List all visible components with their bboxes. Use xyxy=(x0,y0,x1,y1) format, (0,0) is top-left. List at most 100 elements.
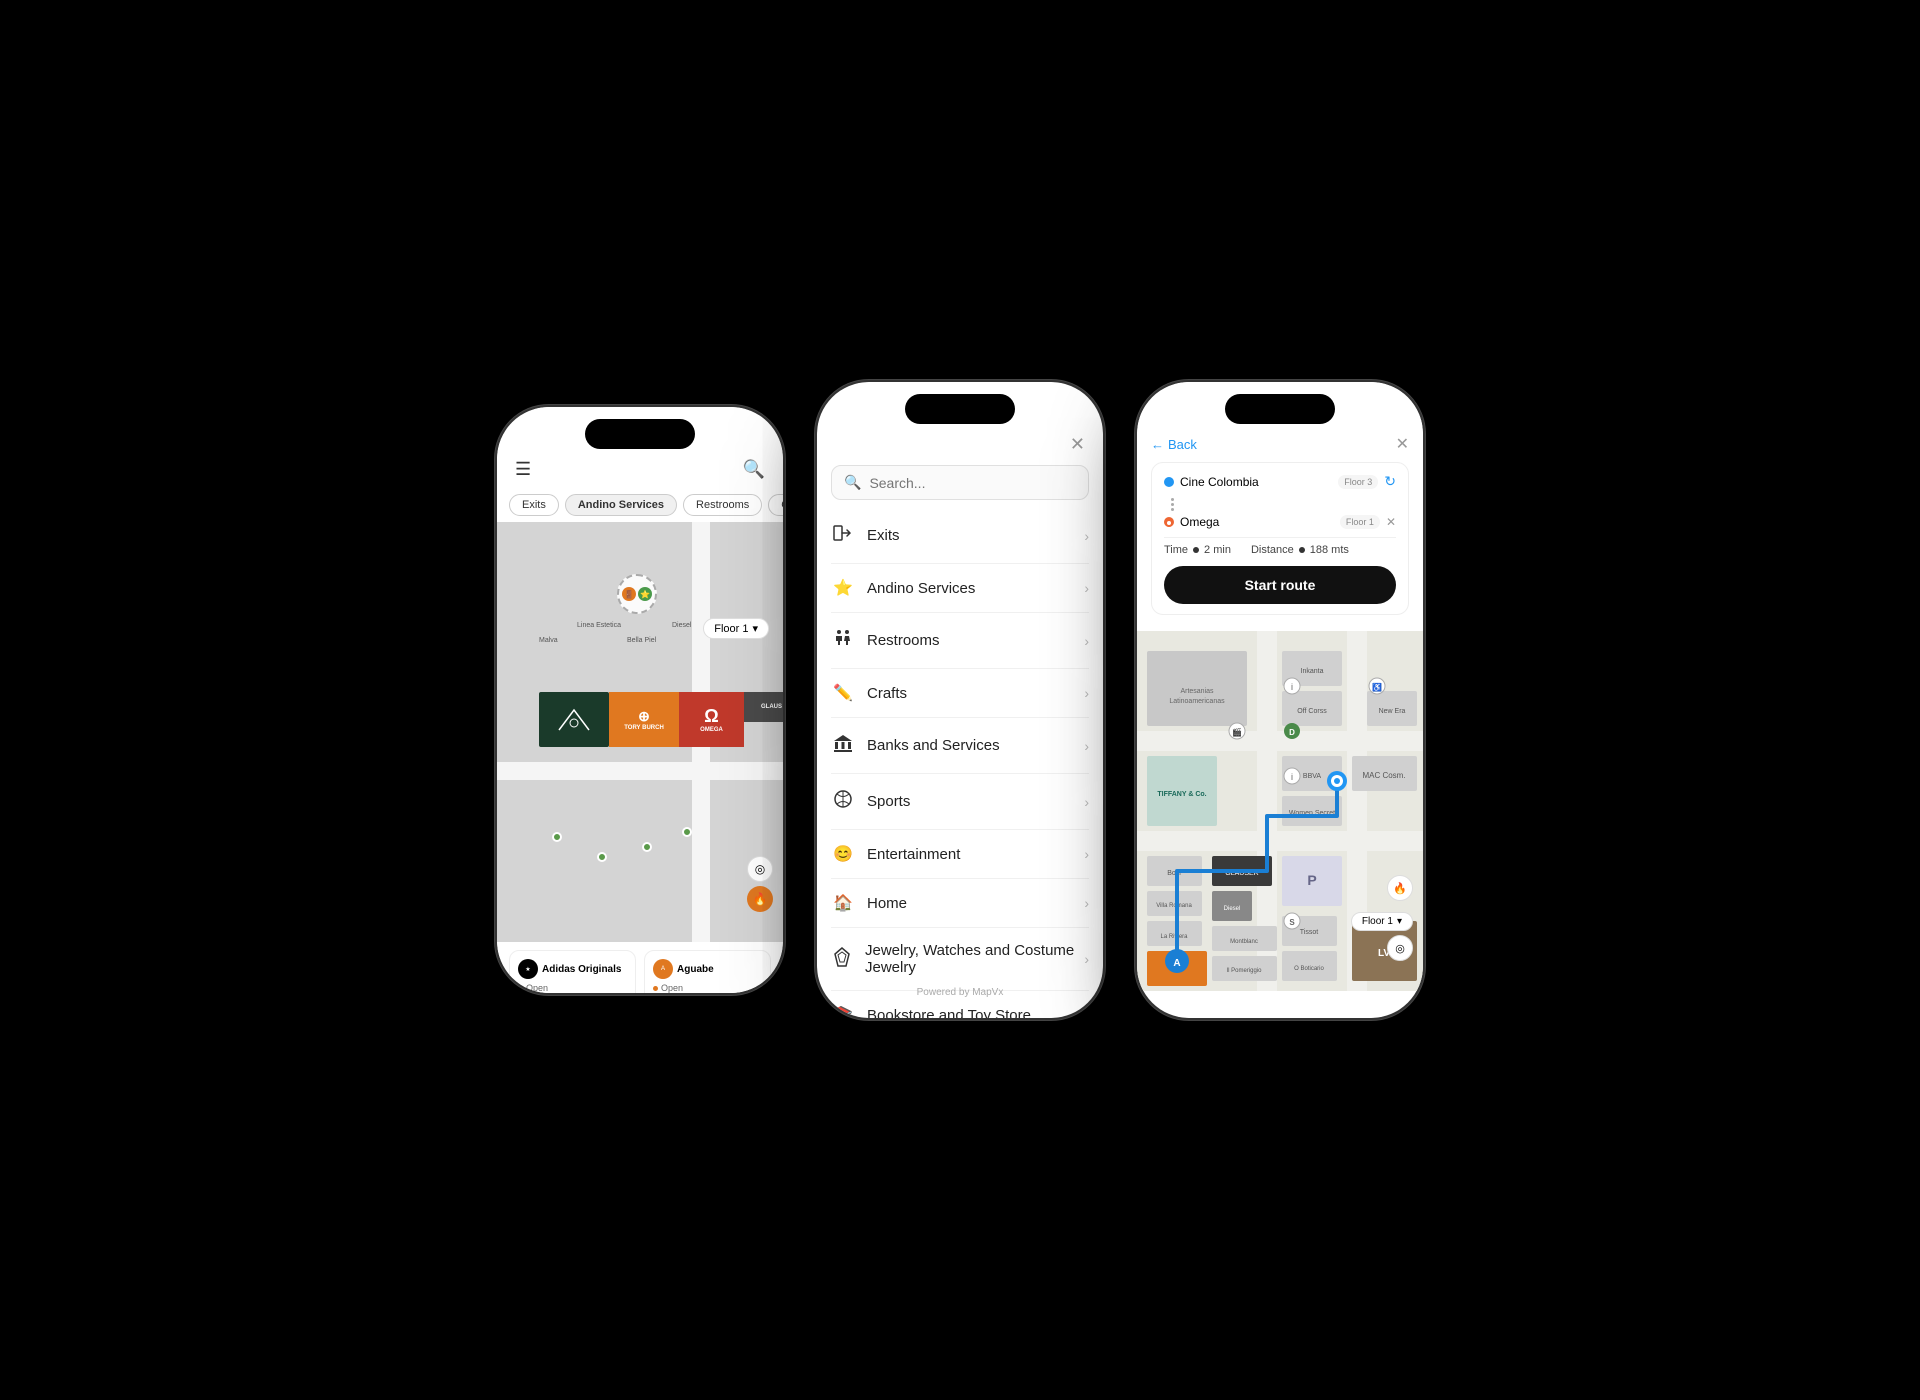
phone-3: ← Back ✕ Cine Colombia Floor 3 xyxy=(1135,380,1425,1020)
chip-exits[interactable]: Exits xyxy=(509,494,559,516)
store-toryburch[interactable]: ⊕ TORY BURCH xyxy=(609,692,679,747)
svg-text:Inkanta: Inkanta xyxy=(1301,668,1324,675)
menu-item-andino-left: ⭐ Andino Services xyxy=(831,578,975,598)
destination-row: Omega Floor 1 ✕ xyxy=(1164,515,1396,529)
pin-icon-door: 🚪 xyxy=(622,587,636,601)
svg-text:A: A xyxy=(1173,958,1180,969)
fire-btn[interactable]: 🔥 xyxy=(747,886,773,912)
search-icon[interactable]: 🔍 xyxy=(743,459,765,480)
banks-label: Banks and Services xyxy=(867,737,1000,754)
entertainment-chevron: › xyxy=(1084,846,1089,862)
p3-map: Artesanias Latinoamericanas Inkanta Off … xyxy=(1137,631,1423,991)
store-glaus[interactable]: GLAUS xyxy=(744,692,783,722)
p3-close-button[interactable]: ✕ xyxy=(1396,434,1409,454)
svg-text:Off Corss: Off Corss xyxy=(1297,708,1327,715)
adidas-status: Open xyxy=(518,983,627,993)
map-background: Linea Estetica Malva Bella Piel Diesel S… xyxy=(497,522,783,942)
dynamic-island-3 xyxy=(1225,394,1335,424)
home-icon: 🏠 xyxy=(831,893,855,913)
distance-stat: Distance 188 mts xyxy=(1251,544,1349,556)
svg-text:TIFFANY & Co.: TIFFANY & Co. xyxy=(1157,791,1206,798)
origin-row: Cine Colombia Floor 3 ↻ xyxy=(1164,473,1396,490)
start-route-button[interactable]: Start route xyxy=(1164,566,1396,604)
time-stat: Time 2 min xyxy=(1164,544,1231,556)
svg-text:♿: ♿ xyxy=(1372,682,1382,692)
crafts-icon: ✏️ xyxy=(831,683,855,703)
clear-destination-icon[interactable]: ✕ xyxy=(1386,515,1396,529)
jewelry-label: Jewelry, Watches and Costume Jewelry xyxy=(865,942,1084,976)
aguabe-name: Aguabe xyxy=(677,964,714,975)
andino-label: Andino Services xyxy=(867,580,975,597)
jewelry-chevron: › xyxy=(1084,951,1089,967)
route-card: Cine Colombia Floor 3 ↻ xyxy=(1151,462,1409,615)
phone-1-screen: ☰ 🔍 Exits Andino Services Restrooms Craf… xyxy=(497,407,783,993)
search-bar[interactable]: 🔍 xyxy=(831,465,1089,500)
restrooms-chevron: › xyxy=(1084,633,1089,649)
menu-item-restrooms[interactable]: Restrooms › xyxy=(831,613,1089,669)
svg-text:La Riviera: La Riviera xyxy=(1160,934,1188,940)
chip-restrooms[interactable]: Restrooms xyxy=(683,494,762,516)
close-button[interactable]: ✕ xyxy=(1070,434,1085,455)
svg-text:Artesanias: Artesanias xyxy=(1180,688,1214,695)
p3-locate-btn[interactable]: ◎ xyxy=(1387,935,1413,961)
menu-item-crafts[interactable]: ✏️ Crafts › xyxy=(831,669,1089,718)
menu-item-sports[interactable]: Sports › xyxy=(831,774,1089,830)
svg-text:i: i xyxy=(1291,772,1293,782)
menu-item-home[interactable]: 🏠 Home › xyxy=(831,879,1089,928)
map-dot-4 xyxy=(682,827,692,837)
menu-item-andino[interactable]: ⭐ Andino Services › xyxy=(831,564,1089,613)
route-stats: Time 2 min Distance 188 mts xyxy=(1164,544,1396,556)
adidas-logo: ★ xyxy=(518,959,538,979)
svg-text:Montblanc: Montblanc xyxy=(1230,939,1258,945)
restrooms-icon xyxy=(831,627,855,654)
time-value: 2 min xyxy=(1204,544,1231,556)
menu-item-exits[interactable]: Exits › xyxy=(831,508,1089,564)
menu-item-sports-left: Sports xyxy=(831,788,910,815)
store-omega[interactable]: Ω OMEGA xyxy=(679,692,744,747)
origin-location: Cine Colombia xyxy=(1164,475,1259,489)
svg-text:i: i xyxy=(1291,682,1293,692)
p2-footer: Powered by MapVx xyxy=(817,975,1103,1010)
chip-andino[interactable]: Andino Services xyxy=(565,494,677,516)
svg-text:Il Pomeriggio: Il Pomeriggio xyxy=(1226,968,1262,974)
search-icon: 🔍 xyxy=(844,474,861,491)
store-longchamp[interactable] xyxy=(539,692,609,747)
store-card-adidas: ★ Adidas Originals Open 👥 Sports 📍 Floor… xyxy=(509,950,636,993)
distance-dot xyxy=(1299,547,1305,553)
aguabe-logo: A xyxy=(653,959,673,979)
phones-container: ☰ 🔍 Exits Andino Services Restrooms Craf… xyxy=(495,380,1425,1020)
entertainment-icon: 😊 xyxy=(831,844,855,864)
search-input[interactable] xyxy=(869,475,1076,491)
locate-btn[interactable]: ◎ xyxy=(747,856,773,882)
store-card-aguabe: A Aguabe Open 👗 Fashion 📍 Floor 3 Mor xyxy=(644,950,771,993)
menu-item-restrooms-left: Restrooms xyxy=(831,627,940,654)
time-dot xyxy=(1193,547,1199,553)
banks-chevron: › xyxy=(1084,738,1089,754)
dynamic-island-2 xyxy=(905,394,1015,424)
svg-text:MAC Cosm.: MAC Cosm. xyxy=(1362,771,1405,780)
refresh-icon[interactable]: ↻ xyxy=(1384,473,1396,490)
hamburger-icon[interactable]: ☰ xyxy=(515,459,531,480)
menu-item-jewelry-left: Jewelry, Watches and Costume Jewelry xyxy=(831,942,1084,976)
p1-map: Floor 1 ▾ Linea Estetica Malva Bell xyxy=(497,522,783,942)
menu-item-entertainment-left: 😊 Entertainment xyxy=(831,844,960,864)
distance-value: 188 mts xyxy=(1310,544,1349,556)
p3-floor-selector[interactable]: Floor 1 ▾ xyxy=(1351,912,1413,931)
chip-crafts[interactable]: Crafts xyxy=(768,494,783,516)
route-connector xyxy=(1171,496,1174,513)
sports-icon xyxy=(831,788,855,815)
svg-text:D: D xyxy=(1289,728,1295,737)
back-button[interactable]: ← Back xyxy=(1151,437,1197,452)
andino-icon: ⭐ xyxy=(831,578,855,598)
p3-fire-btn[interactable]: 🔥 xyxy=(1387,875,1413,901)
phone-2: ✕ 🔍 Exits › ⭐ xyxy=(815,380,1105,1020)
map-dot-3 xyxy=(642,842,652,852)
svg-text:Latinoamericanas: Latinoamericanas xyxy=(1169,698,1225,705)
menu-item-crafts-left: ✏️ Crafts xyxy=(831,683,907,703)
floor-selector[interactable]: Floor 1 ▾ xyxy=(703,618,769,639)
origin-name: Cine Colombia xyxy=(1180,475,1259,489)
menu-item-banks[interactable]: Banks and Services › xyxy=(831,718,1089,774)
menu-item-entertainment[interactable]: 😊 Entertainment › xyxy=(831,830,1089,879)
phone-2-screen: ✕ 🔍 Exits › ⭐ xyxy=(817,382,1103,1018)
p3-nav-row: ← Back ✕ xyxy=(1151,434,1409,454)
